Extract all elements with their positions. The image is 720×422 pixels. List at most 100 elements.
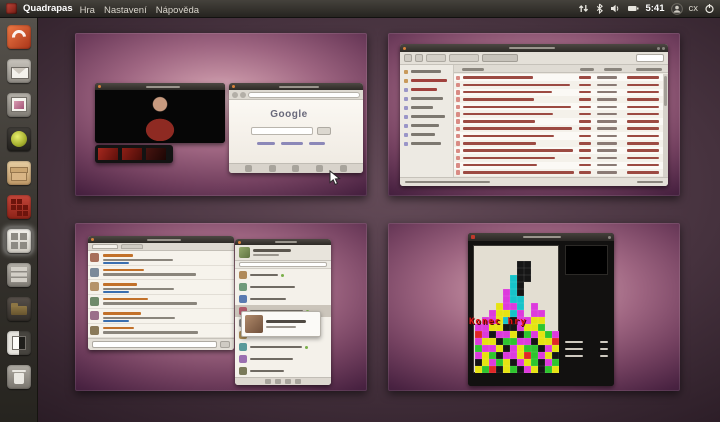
scrollbar[interactable] [663,74,668,177]
media-player-launcher-item[interactable] [4,125,33,152]
message-item[interactable] [88,251,234,266]
session-menu[interactable]: cx [689,3,699,14]
folder-launcher-item[interactable] [4,295,33,322]
shortcut-icon[interactable] [245,165,253,172]
search-input[interactable] [251,127,313,135]
clock[interactable]: 5:41 [645,3,664,14]
screens-launcher-item[interactable] [4,329,33,356]
message-stream-window[interactable] [88,236,234,350]
game-window[interactable]: Konec hry [468,233,614,386]
path-segment[interactable] [482,54,518,62]
contact-row[interactable] [235,269,331,281]
file-row[interactable] [454,168,663,177]
contact-row[interactable] [235,281,331,293]
file-row[interactable] [454,161,663,169]
link-text[interactable] [281,142,303,145]
maximize-icon[interactable] [662,46,665,50]
workspace-4-thumbnail[interactable]: Konec hry [388,223,680,391]
close-icon[interactable] [91,238,94,241]
contact-search-input[interactable] [239,262,327,267]
scrollbar-thumb[interactable] [664,76,667,106]
workspace-3-thumbnail[interactable] [75,223,367,391]
message-item[interactable] [88,309,234,324]
back-icon[interactable] [404,54,412,62]
photos-launcher-item[interactable] [4,91,33,118]
trash-launcher-item[interactable] [4,363,33,390]
workspace-2-thumbnail[interactable] [388,33,680,196]
file-row[interactable] [454,117,663,126]
video-thumbnail[interactable] [98,148,118,160]
power-icon[interactable] [704,3,715,14]
search-input[interactable] [636,54,664,62]
battery-icon[interactable] [627,3,639,14]
sidebar-item[interactable] [400,103,453,112]
contact-row[interactable] [235,341,331,353]
sidebar-item[interactable] [400,94,453,103]
sidebar-item[interactable] [400,85,453,94]
contact-list-window[interactable] [235,239,331,385]
minimize-icon[interactable] [657,46,660,50]
close-icon[interactable] [232,85,235,88]
user-avatar-icon[interactable] [670,2,683,15]
forward-icon[interactable] [415,54,423,62]
toolbar-icon[interactable] [285,379,291,384]
search-button[interactable] [317,127,331,135]
app-window-icon[interactable] [6,3,17,14]
dash-home-launcher-item[interactable] [4,23,33,50]
file-row[interactable] [454,139,663,147]
link-text[interactable] [309,142,325,145]
file-row[interactable] [454,146,663,155]
network-icon[interactable] [578,3,589,14]
file-row[interactable] [454,81,663,89]
tab[interactable] [92,244,118,249]
sidebar-item[interactable] [400,76,453,85]
path-segment[interactable] [426,54,446,62]
contact-row[interactable] [235,365,331,377]
close-icon[interactable] [238,240,241,244]
sidebar-item[interactable] [400,67,453,76]
back-icon[interactable] [232,91,238,98]
sidebar-item[interactable] [400,121,453,130]
contact-row[interactable] [235,353,331,365]
message-input[interactable] [92,341,217,348]
file-row[interactable] [454,95,663,104]
self-avatar[interactable] [239,247,250,258]
shortcut-icon[interactable] [316,165,324,172]
software-center-launcher-item[interactable] [4,159,33,186]
toolbar-icon[interactable] [275,379,281,384]
file-row[interactable] [454,125,663,133]
toolbar-icon[interactable] [295,379,301,384]
app-menu-title[interactable]: Quadrapas [23,3,73,14]
forward-icon[interactable] [240,91,246,98]
shortcut-icon[interactable] [268,165,276,172]
volume-icon[interactable] [610,3,621,14]
menu-hra[interactable]: Hra [80,5,95,16]
file-row[interactable] [454,110,663,118]
message-item[interactable] [88,266,234,280]
column-header-date[interactable] [636,68,662,71]
file-row[interactable] [454,132,663,140]
send-button[interactable] [220,341,230,348]
message-item[interactable] [88,280,234,295]
contact-row[interactable] [235,293,331,305]
shortcut-icon[interactable] [292,165,300,172]
file-cabinet-launcher-item[interactable] [4,261,33,288]
message-item[interactable] [88,324,234,338]
toolbar-icon[interactable] [265,379,271,384]
close-icon[interactable] [403,46,406,50]
video-thumbnail[interactable] [122,148,142,160]
sidebar-item[interactable] [400,112,453,121]
link-text[interactable] [257,142,275,145]
tab[interactable] [121,244,143,249]
close-icon[interactable] [98,85,101,88]
sidebar-item[interactable] [400,139,453,148]
mail-launcher-item[interactable] [4,57,33,84]
url-bar[interactable] [248,91,360,98]
video-thumbnail[interactable] [146,148,166,160]
status-selector[interactable] [253,253,279,256]
column-header-type[interactable] [604,68,622,71]
file-row[interactable] [454,154,663,162]
menu-npovda[interactable]: Nápověda [156,5,199,16]
file-manager-window[interactable] [400,44,668,186]
workspace-1-thumbnail[interactable]: Google [75,33,367,196]
